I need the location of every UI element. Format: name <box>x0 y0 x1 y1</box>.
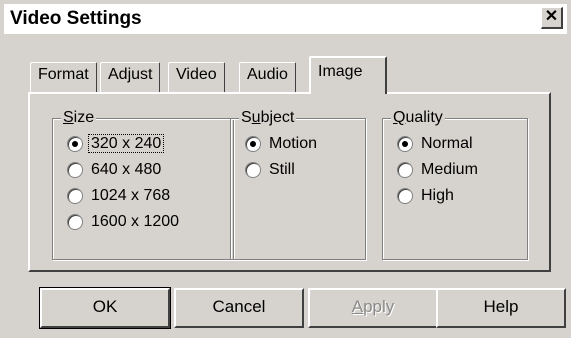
quality-option-label: Medium <box>421 161 478 178</box>
radio-selected-icon[interactable] <box>245 136 261 152</box>
subject-option-label: Motion <box>269 135 318 152</box>
size-option-label: 320 x 240 <box>88 134 165 153</box>
video-settings-dialog: Video Settings ✕ Format Adjust Video Aud… <box>0 0 571 338</box>
tab-image-label: Image <box>318 63 363 80</box>
tab-adjust[interactable]: Adjust <box>100 62 161 92</box>
size-option-label: 1024 x 768 <box>91 187 171 204</box>
subject-group-label: Subject <box>239 108 297 128</box>
radio-icon[interactable] <box>67 214 83 230</box>
help-button[interactable]: Help <box>436 288 566 328</box>
tab-adjust-label: Adjust <box>108 66 153 83</box>
quality-group-label: Quality <box>391 108 445 128</box>
radio-selected-icon[interactable] <box>67 136 83 152</box>
radio-selected-icon[interactable] <box>397 136 413 152</box>
tab-audio-label: Audio <box>247 66 288 83</box>
size-option-label: 640 x 480 <box>91 161 162 178</box>
close-button[interactable]: ✕ <box>541 7 563 29</box>
size-option-label: 1600 x 1200 <box>91 213 180 230</box>
tab-video-label: Video <box>176 66 217 83</box>
subject-option-label: Still <box>269 161 295 178</box>
image-tab-panel: Size 320 x 240 640 x 480 1024 x 768 1600… <box>28 92 551 272</box>
tab-format-label: Format <box>38 66 89 83</box>
cancel-button[interactable]: Cancel <box>174 288 304 328</box>
title-bar: Video Settings ✕ <box>4 4 567 34</box>
radio-icon[interactable] <box>245 162 261 178</box>
quality-group: Quality Normal Medium High <box>382 108 528 260</box>
subject-group: Subject Motion Still <box>230 108 366 260</box>
size-group: Size 320 x 240 640 x 480 1024 x 768 1600… <box>52 108 234 260</box>
radio-icon[interactable] <box>67 188 83 204</box>
quality-option-label: Normal <box>421 135 473 152</box>
tab-audio[interactable]: Audio <box>239 62 296 92</box>
cancel-button-label: Cancel <box>212 297 266 316</box>
quality-option-label: High <box>421 187 454 204</box>
window-title: Video Settings <box>10 8 142 29</box>
tab-video[interactable]: Video <box>168 62 225 92</box>
help-button-label: Help <box>483 297 519 316</box>
radio-icon[interactable] <box>397 188 413 204</box>
size-group-label: Size <box>61 108 97 128</box>
close-icon: ✕ <box>544 8 559 25</box>
radio-icon[interactable] <box>67 162 83 178</box>
apply-button[interactable]: Apply <box>308 288 438 328</box>
ok-button-label: OK <box>92 297 118 316</box>
ok-button[interactable]: OK <box>39 287 171 329</box>
radio-icon[interactable] <box>397 162 413 178</box>
tab-format[interactable]: Format <box>30 62 97 92</box>
tab-image[interactable]: Image <box>309 56 387 94</box>
apply-button-label: Apply <box>351 297 395 316</box>
active-tab-joiner <box>311 90 385 96</box>
